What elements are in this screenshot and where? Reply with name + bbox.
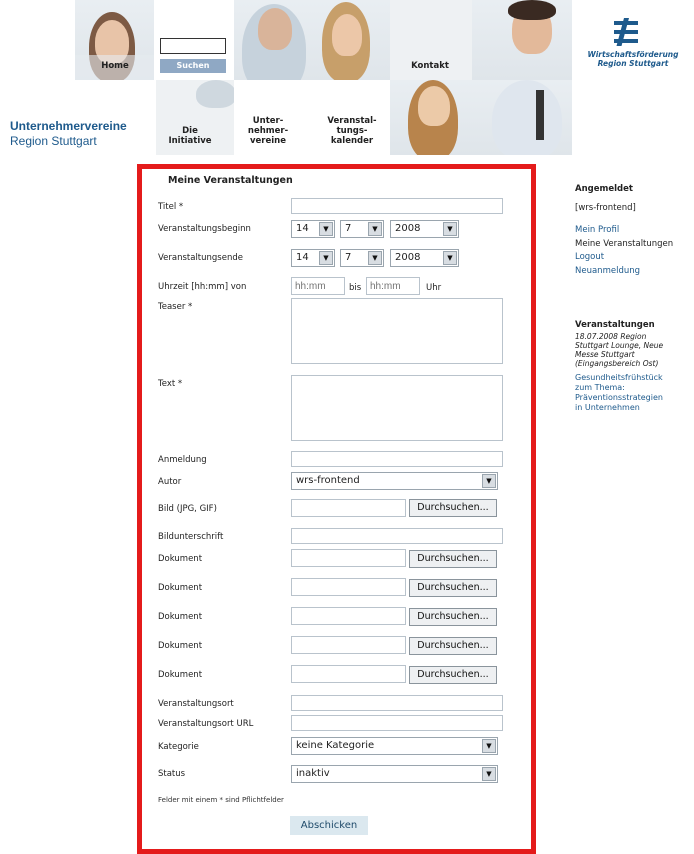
- form-heading: Meine Veranstaltungen: [168, 175, 293, 186]
- bild-browse-button[interactable]: Durchsuchen...: [409, 499, 497, 517]
- sidebar-link-meine-veranstaltungen[interactable]: Meine Veranstaltungen: [575, 237, 673, 251]
- sidebar-events-title: Veranstaltungen: [575, 320, 655, 330]
- dokument-2-file-input[interactable]: [291, 578, 406, 596]
- dokument-4-file-input[interactable]: [291, 636, 406, 654]
- search-button[interactable]: Suchen: [160, 59, 226, 73]
- label-bis: bis: [349, 283, 362, 293]
- label-dokument-3: Dokument: [158, 612, 203, 622]
- time-to-input[interactable]: [366, 277, 420, 295]
- dokument-5-browse-button[interactable]: Durchsuchen...: [409, 666, 497, 684]
- dokument-1-browse-button[interactable]: Durchsuchen...: [409, 550, 497, 568]
- brand-subtitle: Region Stuttgart: [10, 134, 97, 148]
- search-input[interactable]: [160, 38, 226, 54]
- chevron-down-icon: ▼: [368, 251, 382, 265]
- logo-text-line2: Region Stuttgart: [597, 59, 669, 68]
- chevron-down-icon: ▼: [319, 222, 333, 236]
- nav-unternehmervereine[interactable]: Unter-nehmer-vereine: [243, 116, 293, 146]
- dokument-4-browse-button[interactable]: Durchsuchen...: [409, 637, 497, 655]
- sidebar-username: [wrs-frontend]: [575, 203, 636, 213]
- photo-tile-2: [234, 0, 312, 80]
- sidebar-link-neuanmeldung[interactable]: Neuanmeldung: [575, 264, 640, 278]
- label-uhr: Uhr: [426, 283, 442, 293]
- sidebar-link-profil[interactable]: Mein Profil: [575, 223, 619, 237]
- beginn-year-select[interactable]: 2008 ▼: [390, 220, 459, 238]
- nav-initiative[interactable]: Die Initiative: [165, 126, 215, 146]
- label-dokument-1: Dokument: [158, 554, 203, 564]
- dokument-3-browse-button[interactable]: Durchsuchen...: [409, 608, 497, 626]
- ende-month-select[interactable]: 7 ▼: [340, 249, 384, 267]
- beginn-month-select[interactable]: 7 ▼: [340, 220, 384, 238]
- brand-title: Unternehmervereine: [10, 119, 127, 133]
- autor-select[interactable]: wrs-frontend ▼: [291, 472, 498, 490]
- logo-text-line1: Wirtschaftsförderung: [587, 50, 679, 59]
- label-bild: Bild (JPG, GIF): [158, 504, 217, 514]
- time-from-input[interactable]: [291, 277, 345, 295]
- label-autor: Autor: [158, 477, 182, 487]
- label-text: Text *: [158, 379, 183, 389]
- chevron-down-icon: ▼: [319, 251, 333, 265]
- wrs-logo[interactable]: Wirtschaftsförderung Region Stuttgart: [578, 18, 688, 73]
- required-fields-note: Felder mit einem * sind Pflichtfelder: [158, 796, 284, 804]
- label-dokument-5: Dokument: [158, 670, 203, 680]
- nav-veranstaltungskalender[interactable]: Veranstal-tungs-kalender: [322, 116, 382, 146]
- label-uhrzeit: Uhrzeit [hh:mm] von: [158, 282, 247, 292]
- dokument-3-file-input[interactable]: [291, 607, 406, 625]
- label-ende: Veranstaltungsende: [158, 253, 243, 263]
- photo-tile-3: [312, 0, 390, 80]
- text-textarea[interactable]: [291, 375, 503, 441]
- beginn-day-select[interactable]: 14 ▼: [291, 220, 335, 238]
- label-teaser: Teaser *: [158, 302, 193, 312]
- photo-tile-5: [472, 0, 572, 80]
- sidebar-event-link[interactable]: Gesundheitsfrühstück zum Thema: Präventi…: [575, 373, 663, 413]
- photo-tile-7: [390, 80, 472, 155]
- chevron-down-icon: ▼: [443, 251, 457, 265]
- photo-tile-8: [472, 80, 572, 155]
- dokument-5-file-input[interactable]: [291, 665, 406, 683]
- sidebar-link-logout[interactable]: Logout: [575, 250, 604, 264]
- sidebar-event-info: 18.07.2008 Region Stuttgart Lounge, Neue…: [575, 332, 664, 368]
- sidebar-logged-in-title: Angemeldet: [575, 184, 633, 194]
- ort-url-input[interactable]: [291, 715, 503, 731]
- dokument-1-file-input[interactable]: [291, 549, 406, 567]
- label-ort-url: Veranstaltungsort URL: [158, 719, 254, 729]
- label-status: Status: [158, 769, 186, 779]
- label-ort: Veranstaltungsort: [158, 699, 234, 709]
- ende-year-select[interactable]: 2008 ▼: [390, 249, 459, 267]
- status-select[interactable]: inaktiv ▼: [291, 765, 498, 783]
- submit-button[interactable]: Abschicken: [290, 816, 368, 835]
- kategorie-select[interactable]: keine Kategorie ▼: [291, 737, 498, 755]
- chevron-down-icon: ▼: [482, 474, 496, 488]
- chevron-down-icon: ▼: [482, 767, 496, 781]
- bildunterschrift-input[interactable]: [291, 528, 503, 544]
- label-beginn: Veranstaltungsbeginn: [158, 224, 251, 234]
- chevron-down-icon: ▼: [443, 222, 457, 236]
- ort-input[interactable]: [291, 695, 503, 711]
- chevron-down-icon: ▼: [482, 739, 496, 753]
- label-kategorie: Kategorie: [158, 742, 199, 752]
- dokument-2-browse-button[interactable]: Durchsuchen...: [409, 579, 497, 597]
- chevron-down-icon: ▼: [368, 222, 382, 236]
- label-bildunterschrift: Bildunterschrift: [158, 532, 224, 542]
- nav-home[interactable]: Home: [95, 61, 135, 71]
- label-titel: Titel *: [158, 202, 184, 212]
- label-dokument-2: Dokument: [158, 583, 203, 593]
- ende-day-select[interactable]: 14 ▼: [291, 249, 335, 267]
- bild-file-input[interactable]: [291, 499, 406, 517]
- teaser-textarea[interactable]: [291, 298, 503, 364]
- titel-input[interactable]: [291, 198, 503, 214]
- wrs-logo-icon: [614, 18, 638, 46]
- nav-kontakt[interactable]: Kontakt: [405, 61, 455, 71]
- label-anmeldung: Anmeldung: [158, 455, 207, 465]
- anmeldung-input[interactable]: [291, 451, 503, 467]
- label-dokument-4: Dokument: [158, 641, 203, 651]
